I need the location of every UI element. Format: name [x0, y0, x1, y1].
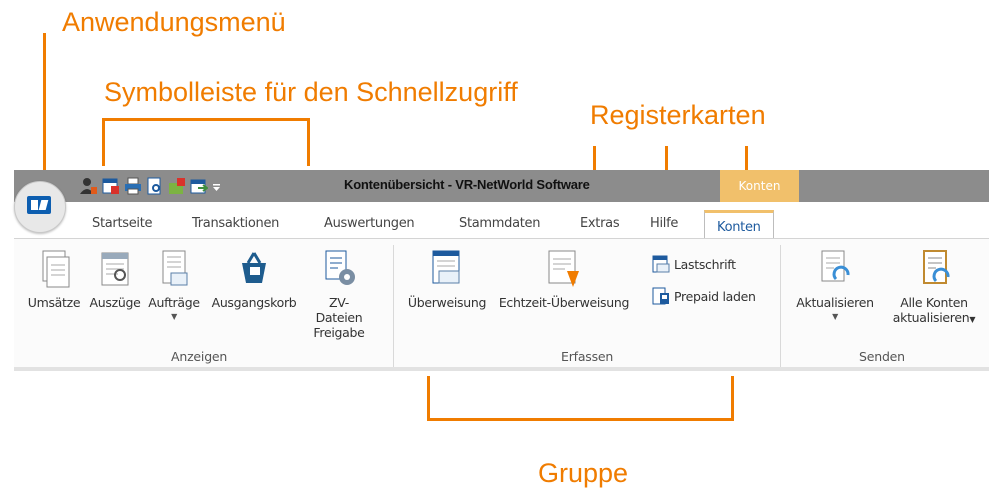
calendar-icon[interactable]: [102, 177, 120, 195]
aktualisieren-button[interactable]: Aktualisieren ▼: [790, 249, 880, 321]
preview-icon[interactable]: [146, 177, 164, 195]
auftraege-label: Aufträge: [148, 295, 200, 310]
orders-icon: [162, 250, 188, 286]
document-stack-icon: [42, 250, 70, 288]
auftraege-dropdown-icon[interactable]: ▼: [146, 312, 202, 321]
tab-stammdaten[interactable]: Stammdaten: [459, 216, 541, 231]
annotation-quick-access: Symbolleiste für den Schnellzugriff: [104, 77, 518, 107]
lastschrift-button[interactable]: Lastschrift: [652, 255, 736, 273]
tab-transaktionen[interactable]: Transaktionen: [192, 216, 279, 231]
annotation-line-app-menu: [43, 33, 46, 183]
echtzeit-ueberweisung-button[interactable]: Echtzeit-Überweisung: [494, 249, 634, 310]
context-tab-header: Konten: [720, 170, 799, 202]
aktualisieren-dropdown-icon[interactable]: ▼: [790, 312, 880, 321]
auszuege-label: Auszüge: [89, 295, 141, 310]
ribbon-bottom-border: [14, 367, 989, 371]
group-label-anzeigen: Anzeigen: [171, 349, 228, 364]
quick-access-toolbar: [80, 176, 222, 196]
tab-hilfe[interactable]: Hilfe: [650, 216, 678, 231]
zv-dateien-button[interactable]: ZV-Dateien Freigabe: [309, 249, 369, 340]
annotation-bracket-left: [102, 118, 105, 166]
qat-dropdown-icon[interactable]: [212, 177, 222, 195]
vr-logo-icon: [27, 196, 51, 214]
annotation-bracket-right: [307, 118, 310, 166]
tab-startseite[interactable]: Startseite: [92, 216, 153, 231]
user-icon[interactable]: [80, 177, 98, 195]
basket-icon: [242, 252, 266, 283]
annotation-group: Gruppe: [538, 458, 629, 488]
ribbon-tab-row: Startseite Transaktionen Auswertungen St…: [14, 202, 989, 240]
prepaid-icon: [652, 287, 669, 305]
umsaetze-button[interactable]: Umsätze: [24, 249, 84, 310]
lastschrift-label: Lastschrift: [674, 256, 736, 272]
alle-konten-aktualisieren-button[interactable]: Alle Konten aktualisieren▼: [884, 249, 984, 325]
auszuege-button[interactable]: Auszüge: [86, 249, 144, 310]
title-bar: Kontenübersicht - VR-NetWorld Software K…: [14, 170, 989, 202]
refresh-all-accounts-icon: [923, 250, 950, 284]
ueberweisung-label: Überweisung: [407, 295, 487, 310]
annotation-bracket-group-left: [427, 376, 430, 421]
annotation-bracket-group: [427, 418, 734, 421]
annotation-app-menu: Anwendungsmenü: [62, 7, 286, 37]
annotation-bracket-group-right: [731, 376, 734, 421]
tab-konten[interactable]: Konten: [704, 210, 774, 240]
prepaid-laden-label: Prepaid laden: [674, 288, 756, 304]
window-title: Kontenübersicht - VR-NetWorld Software: [344, 177, 590, 192]
auftraege-button[interactable]: Aufträge ▼: [146, 249, 202, 321]
statement-search-icon: [101, 252, 129, 286]
instant-transfer-icon: [548, 250, 579, 287]
umsaetze-label: Umsätze: [27, 295, 81, 310]
ribbon-panel: Umsätze Auszüge Aufträge ▼ Ausgangskorb …: [14, 238, 989, 371]
mail-icon[interactable]: [168, 177, 186, 195]
tab-extras[interactable]: Extras: [580, 216, 620, 231]
ueberweisung-button[interactable]: Überweisung: [402, 249, 492, 310]
print-icon[interactable]: [124, 177, 142, 195]
group-separator: [780, 245, 781, 367]
freigabe-label: Freigabe: [313, 325, 365, 340]
export-icon[interactable]: [190, 177, 209, 195]
group-separator: [393, 245, 394, 367]
alle-konten-dropdown-icon[interactable]: ▼: [969, 315, 975, 324]
zv-files-gear-icon: [325, 250, 355, 285]
alle-konten-label: Alle Konten: [900, 295, 968, 310]
refresh-document-icon: [821, 250, 850, 282]
prepaid-laden-button[interactable]: Prepaid laden: [652, 287, 756, 305]
direct-debit-icon: [652, 255, 670, 273]
aktualisieren-label-2: aktualisieren: [892, 310, 970, 325]
group-label-erfassen: Erfassen: [561, 349, 614, 364]
ausgangskorb-label: Ausgangskorb: [211, 295, 297, 310]
aktualisieren-label: Aktualisieren: [796, 295, 874, 310]
application-menu-button[interactable]: [14, 181, 66, 233]
annotation-bracket-quick-access: [102, 118, 310, 121]
transfer-icon: [432, 250, 460, 284]
group-label-senden: Senden: [859, 349, 905, 364]
tab-auswertungen[interactable]: Auswertungen: [324, 216, 415, 231]
annotation-tabs: Registerkarten: [590, 100, 766, 130]
zv-dateien-label: ZV-Dateien: [315, 295, 363, 325]
echtzeit-ueberweisung-label: Echtzeit-Überweisung: [498, 295, 630, 310]
ausgangskorb-button[interactable]: Ausgangskorb: [204, 249, 304, 310]
